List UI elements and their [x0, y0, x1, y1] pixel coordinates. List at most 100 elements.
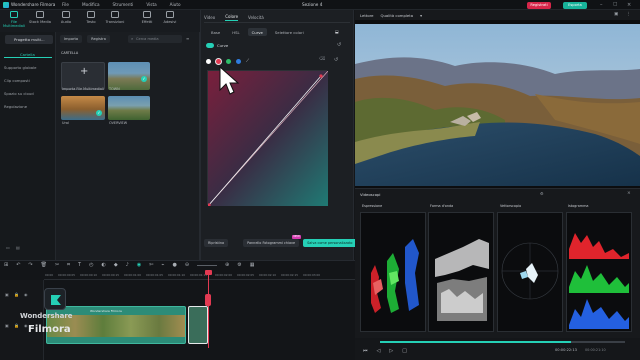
- keyframe-panel-button[interactable]: Pannello Fotogrammi chiave NEW: [243, 235, 302, 247]
- menu-aiuto[interactable]: Aiuto: [170, 2, 181, 7]
- subtab-base[interactable]: Base: [207, 28, 224, 36]
- tab-colore[interactable]: Colore: [225, 14, 239, 21]
- scope-settings-icon[interactable]: ⚙: [540, 191, 544, 196]
- audio-tool-icon[interactable]: ♪: [126, 262, 129, 268]
- curve-toggle[interactable]: [206, 43, 214, 48]
- channel-red-swatch[interactable]: [216, 58, 221, 64]
- curve-point-high[interactable]: [319, 74, 323, 78]
- maximize-icon[interactable]: □: [613, 2, 617, 7]
- split-icon[interactable]: ✂: [55, 262, 59, 268]
- channel-green-swatch[interactable]: [226, 58, 231, 64]
- reset-channel-icon[interactable]: ↺: [334, 57, 338, 63]
- record-button[interactable]: Registra: [87, 35, 110, 43]
- scissors-icon[interactable]: ✄: [149, 262, 153, 268]
- track-video-2[interactable]: [44, 286, 355, 302]
- ai-tool-icon[interactable]: ◉: [137, 262, 141, 268]
- channel-white-swatch[interactable]: [206, 58, 211, 64]
- step-frame-back-icon[interactable]: ◁: [377, 348, 381, 354]
- undo-icon[interactable]: ↶: [16, 262, 20, 268]
- register-button[interactable]: Registrati: [527, 2, 551, 9]
- tab-adesivi[interactable]: Adesivi: [159, 11, 181, 24]
- media-thumb-ural[interactable]: [61, 96, 105, 120]
- step-back-icon[interactable]: ⏮: [363, 348, 368, 354]
- watermark-brand: Wondershare: [20, 312, 73, 320]
- import-button[interactable]: Importa: [60, 35, 83, 43]
- menu-modifica[interactable]: Modifica: [82, 2, 100, 7]
- subtab-hsl[interactable]: HSL: [228, 28, 243, 36]
- menu-strumenti[interactable]: Strumenti: [113, 2, 134, 7]
- compare-toggle-icon[interactable]: ⬓: [335, 29, 339, 34]
- play-icon[interactable]: ▷: [389, 348, 393, 354]
- scope-label-histogram[interactable]: Istogramma: [568, 204, 588, 208]
- playhead[interactable]: [208, 270, 209, 348]
- lock-icon[interactable]: 🔒: [14, 323, 19, 328]
- tab-file-multimediali[interactable]: File Multimediali: [3, 11, 25, 28]
- video-preview[interactable]: [355, 24, 640, 186]
- reset-button[interactable]: Ripristina: [204, 239, 229, 247]
- menu-vista[interactable]: Vista: [146, 2, 156, 7]
- export-button[interactable]: Esporta: [563, 2, 587, 9]
- tab-transizioni[interactable]: Transizioni: [104, 11, 126, 24]
- sidebar-item-spazio-cloud[interactable]: Spazio su cloud: [4, 91, 34, 96]
- new-folder-icon[interactable]: ▭: [6, 245, 10, 250]
- eye-icon[interactable]: ◉: [24, 323, 28, 328]
- folder-icon[interactable]: ▤: [16, 245, 20, 250]
- subtab-selettore-colori[interactable]: Selettore colori: [271, 28, 308, 36]
- playhead-handle[interactable]: [205, 270, 212, 275]
- media-thumb-overview[interactable]: [108, 96, 150, 120]
- channel-blue-swatch[interactable]: [236, 58, 241, 64]
- chevron-down-icon[interactable]: ▾: [420, 13, 422, 18]
- filter-icon[interactable]: ≡: [186, 36, 189, 41]
- check-icon: ✓: [141, 76, 147, 82]
- speed-icon[interactable]: ◴: [89, 262, 93, 268]
- eye-icon[interactable]: ◉: [24, 292, 28, 297]
- scope-label-parade[interactable]: Espressione: [362, 204, 382, 208]
- tab-velocita[interactable]: Velocità: [248, 15, 264, 20]
- timeline-layout-icon[interactable]: ▦: [250, 262, 255, 268]
- project-media-button[interactable]: Progetto multi...: [5, 35, 53, 44]
- stop-icon[interactable]: □: [402, 348, 407, 354]
- tab-testo[interactable]: Testo: [80, 11, 102, 24]
- sidebar-item-supporto-globale[interactable]: Supporto globale: [4, 65, 36, 70]
- grid-icon[interactable]: ⊞: [4, 262, 8, 268]
- subtab-curve[interactable]: Curve: [247, 28, 267, 36]
- redo-icon[interactable]: ↷: [28, 262, 32, 268]
- quality-select[interactable]: Qualità completa: [381, 13, 414, 18]
- folder-underline: [4, 57, 52, 58]
- curve-channel-selector: ⟋: [206, 58, 249, 64]
- record-voice-icon[interactable]: ●: [172, 262, 176, 268]
- delete-point-icon[interactable]: ⌫: [319, 57, 325, 62]
- scope-label-vectorscope[interactable]: Vettorscopio: [500, 204, 521, 208]
- color-tool-icon[interactable]: ◐: [101, 262, 105, 268]
- close-icon[interactable]: ×: [627, 2, 631, 8]
- close-scopes-icon[interactable]: ×: [627, 191, 631, 196]
- menu-file[interactable]: File: [62, 2, 69, 7]
- scope-label-waveform[interactable]: Forma d'onda: [430, 204, 453, 208]
- snap-icon[interactable]: ⌁: [161, 262, 164, 268]
- ruler-tick: 00:00:02:10: [259, 273, 277, 277]
- lock-icon[interactable]: 🔒: [14, 292, 19, 297]
- crop-icon[interactable]: ⌗: [67, 262, 70, 268]
- text-tool-icon[interactable]: T: [78, 262, 81, 268]
- save-custom-button[interactable]: Salva come personalizzato: [303, 239, 357, 247]
- minimize-icon[interactable]: –: [600, 2, 603, 8]
- zoom-slider[interactable]: [197, 264, 218, 266]
- tab-audio[interactable]: Audio: [55, 11, 77, 24]
- more-icon[interactable]: ⋮: [626, 12, 631, 17]
- eyedropper-icon[interactable]: ⟋: [246, 58, 249, 64]
- timeline-toolbar: ⊞ ↶ ↷ 🗑 ✂ ⌗ T ◴ ◐ ◆ ♪ ◉ ✄ ⌁ ● ⊖ ⊕ ⚙ ▦: [4, 262, 254, 268]
- snapshot-icon[interactable]: ▣: [614, 12, 618, 17]
- marker-icon[interactable]: ◆: [114, 262, 118, 268]
- delete-icon[interactable]: 🗑: [41, 262, 47, 268]
- search-input[interactable]: Cerca media: [128, 35, 182, 43]
- zoom-in-icon[interactable]: ⊕: [225, 262, 229, 268]
- sidebar-item-clip-composti[interactable]: Clip composti: [4, 78, 30, 83]
- timeline-settings-icon[interactable]: ⚙: [237, 262, 241, 268]
- selected-clip[interactable]: [188, 306, 208, 344]
- tab-effetti[interactable]: Effetti: [136, 11, 158, 24]
- reset-curve-icon[interactable]: ↺: [337, 42, 341, 48]
- zoom-out-icon[interactable]: ⊖: [185, 262, 189, 268]
- sidebar-item-regolazione[interactable]: Regolazione: [4, 104, 27, 109]
- tab-stock-media[interactable]: Stock Media: [29, 11, 51, 24]
- tab-video[interactable]: Video: [204, 15, 215, 20]
